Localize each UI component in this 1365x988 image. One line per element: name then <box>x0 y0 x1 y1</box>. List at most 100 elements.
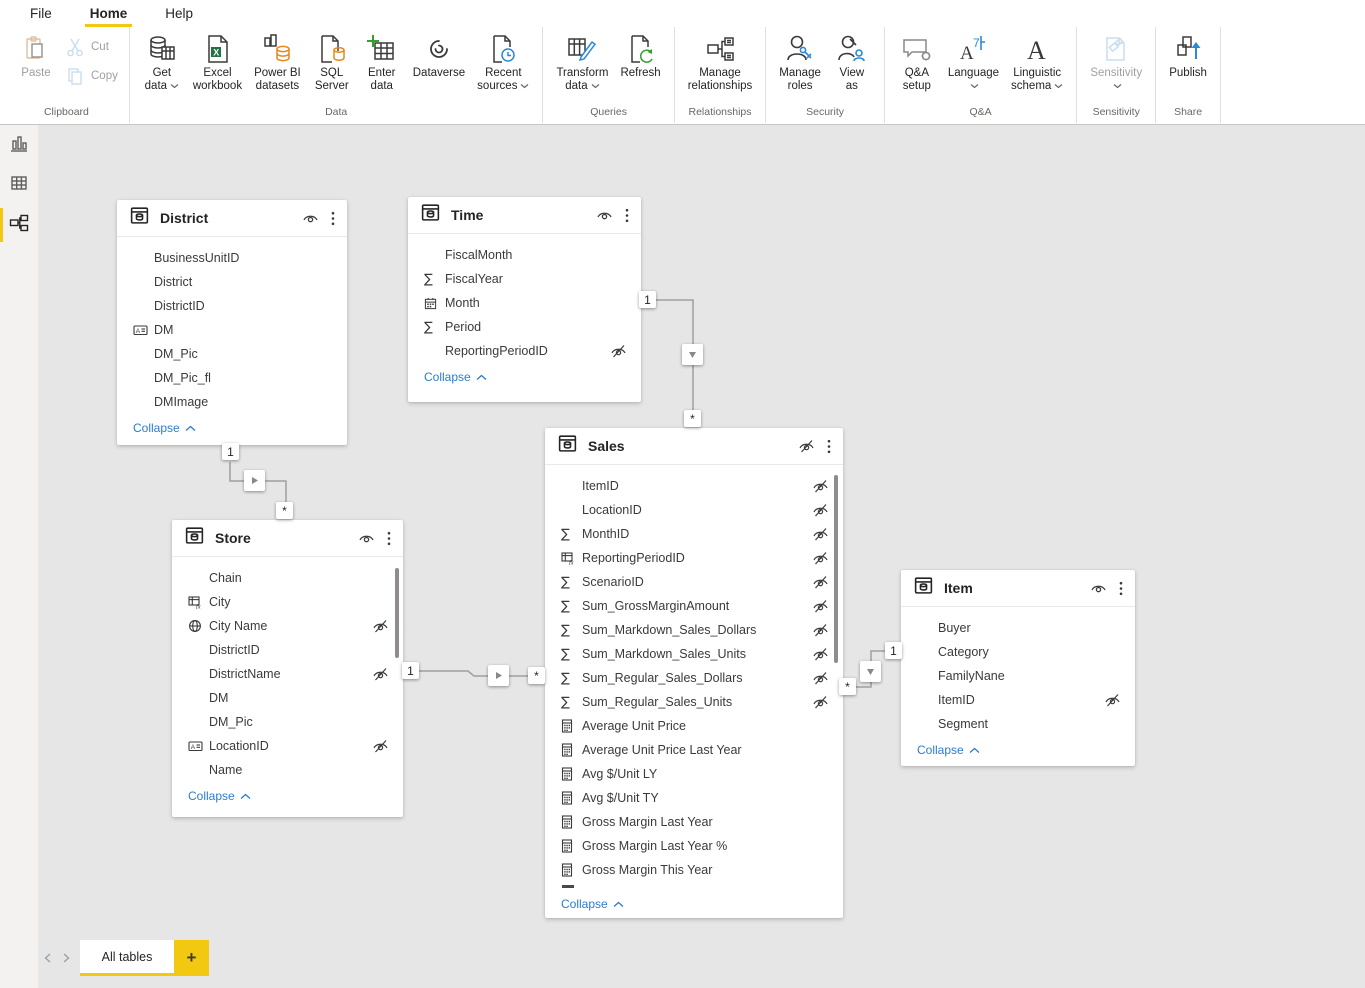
field-hidden-eye-icon[interactable] <box>610 344 627 358</box>
more-options-button[interactable] <box>385 531 393 546</box>
sidebar-item-data-view[interactable] <box>0 165 38 205</box>
table-card-store[interactable]: Store ChainfxCityCity NameDistrictIDDist… <box>172 520 403 817</box>
field-row[interactable]: Category <box>901 640 1135 664</box>
field-hidden-eye-icon[interactable] <box>372 619 389 633</box>
eye-icon[interactable] <box>596 209 613 222</box>
field-row[interactable]: fxReportingPeriodID <box>545 546 843 570</box>
field-hidden-eye-icon[interactable] <box>812 527 829 541</box>
filter-direction-arrow[interactable] <box>860 661 881 682</box>
sidebar-item-report-view[interactable] <box>0 125 38 165</box>
recent-sources-button[interactable]: Recentsources <box>471 27 535 93</box>
field-row[interactable]: FiscalMonth <box>408 243 641 267</box>
cardinality-many-badge[interactable]: * <box>276 502 293 519</box>
linguistic-schema-button[interactable]: ALinguisticschema <box>1005 27 1069 93</box>
cardinality-one-badge[interactable]: 1 <box>639 291 656 308</box>
field-row[interactable]: LocationID <box>545 498 843 522</box>
field-row[interactable]: ∑Sum_Regular_Sales_Dollars <box>545 666 843 690</box>
cardinality-many-badge[interactable]: * <box>839 678 856 695</box>
filter-direction-arrow[interactable] <box>682 344 703 365</box>
field-hidden-eye-icon[interactable] <box>812 479 829 493</box>
field-row[interactable]: ∑MonthID <box>545 522 843 546</box>
field-hidden-eye-icon[interactable] <box>812 503 829 517</box>
field-row[interactable]: Chain <box>172 566 403 590</box>
field-hidden-eye-icon[interactable] <box>812 647 829 661</box>
view-as-button[interactable]: Viewas <box>827 27 877 93</box>
table-card-sales[interactable]: Sales ItemIDLocationID∑MonthIDfxReportin… <box>545 428 843 918</box>
field-row[interactable]: DM_Pic <box>172 710 403 734</box>
field-row[interactable]: fxCity <box>172 590 403 614</box>
eye-icon[interactable] <box>302 212 319 225</box>
cardinality-one-badge[interactable]: 1 <box>885 642 902 659</box>
collapse-link[interactable]: Collapse <box>172 782 403 813</box>
publish-button[interactable]: Publish <box>1163 27 1213 80</box>
field-row[interactable]: Avg $/Unit LY <box>545 762 843 786</box>
field-row[interactable]: ∑ScenarioID <box>545 570 843 594</box>
field-row[interactable]: Avg $/Unit TY <box>545 786 843 810</box>
field-row[interactable]: DMImage <box>117 390 347 414</box>
sensitivity-button[interactable]: Sensitivity <box>1084 27 1148 93</box>
field-row[interactable]: ∑Sum_GrossMarginAmount <box>545 594 843 618</box>
field-row[interactable]: ∑FiscalYear <box>408 267 641 291</box>
field-row[interactable]: DM_Pic <box>117 342 347 366</box>
language-button[interactable]: A7Language <box>942 27 1005 93</box>
cardinality-one-badge[interactable]: 1 <box>402 662 419 679</box>
tab-file[interactable]: File <box>16 1 66 27</box>
eye-icon[interactable] <box>1090 582 1107 595</box>
tab-home[interactable]: Home <box>76 1 142 27</box>
eye-hidden-icon[interactable] <box>798 439 815 453</box>
field-row[interactable]: Gross Margin Last Year <box>545 810 843 834</box>
table-header[interactable]: Item <box>901 570 1135 607</box>
table-scrollbar[interactable] <box>395 568 399 658</box>
field-hidden-eye-icon[interactable] <box>812 551 829 565</box>
field-row[interactable]: ∑Period <box>408 315 641 339</box>
cardinality-many-badge[interactable]: * <box>684 410 701 427</box>
manage-relationships-button[interactable]: Managerelationships <box>682 27 759 93</box>
field-row[interactable]: BusinessUnitID <box>117 246 347 270</box>
field-row[interactable]: Name <box>172 758 403 782</box>
field-row[interactable]: City Name <box>172 614 403 638</box>
field-hidden-eye-icon[interactable] <box>372 667 389 681</box>
collapse-link[interactable]: Collapse <box>408 363 641 394</box>
field-row[interactable]: DistrictName <box>172 662 403 686</box>
field-hidden-eye-icon[interactable] <box>812 599 829 613</box>
cardinality-many-badge[interactable]: * <box>528 667 545 684</box>
more-options-button[interactable] <box>1117 581 1125 596</box>
table-scrollbar[interactable] <box>834 475 838 663</box>
refresh-button[interactable]: Refresh <box>614 27 666 80</box>
table-card-item[interactable]: Item BuyerCategoryFamilyNaneItemIDSegmen… <box>901 570 1135 766</box>
filter-direction-arrow[interactable] <box>488 665 509 686</box>
field-row[interactable]: DM <box>172 686 403 710</box>
collapse-link[interactable]: Collapse <box>901 736 1135 767</box>
paste-button[interactable]: Paste <box>11 27 61 80</box>
table-header[interactable]: Time <box>408 197 641 234</box>
field-hidden-eye-icon[interactable] <box>812 695 829 709</box>
cut-button[interactable]: Cut <box>61 35 122 59</box>
field-row[interactable]: ADM <box>117 318 347 342</box>
model-canvas[interactable]: 1 * 1 * 1 * 1 * District BusinessUnitIDD… <box>38 125 1365 988</box>
get-data-button[interactable]: Getdata <box>137 27 187 93</box>
table-header[interactable]: District <box>117 200 347 237</box>
sidebar-item-model-view[interactable] <box>0 205 38 245</box>
field-hidden-eye-icon[interactable] <box>1104 693 1121 707</box>
qa-setup-button[interactable]: Q&Asetup <box>892 27 942 93</box>
excel-workbook-button[interactable]: XExcelworkbook <box>187 27 248 93</box>
field-row[interactable]: Gross Margin Last Year % <box>545 834 843 858</box>
field-row[interactable]: Segment <box>901 712 1135 736</box>
field-row[interactable]: Gross Margin This Year <box>545 858 843 882</box>
field-row[interactable]: District <box>117 270 347 294</box>
field-row[interactable]: DistrictID <box>172 638 403 662</box>
field-row[interactable]: ItemID <box>545 474 843 498</box>
field-row[interactable]: Average Unit Price <box>545 714 843 738</box>
manage-roles-button[interactable]: Manageroles <box>773 27 827 93</box>
field-row[interactable]: ∑Sum_Regular_Sales_Units <box>545 690 843 714</box>
field-hidden-eye-icon[interactable] <box>372 739 389 753</box>
field-hidden-eye-icon[interactable] <box>812 575 829 589</box>
field-row[interactable]: ItemID <box>901 688 1135 712</box>
collapse-link[interactable]: Collapse <box>117 414 347 445</box>
field-row[interactable]: Average Unit Price Last Year <box>545 738 843 762</box>
table-header[interactable]: Store <box>172 520 403 557</box>
powerbi-datasets-button[interactable]: Power BIdatasets <box>248 27 307 93</box>
cardinality-one-badge[interactable]: 1 <box>222 443 239 460</box>
dataverse-button[interactable]: Dataverse <box>407 27 471 80</box>
sql-server-button[interactable]: SQLServer <box>307 27 357 93</box>
